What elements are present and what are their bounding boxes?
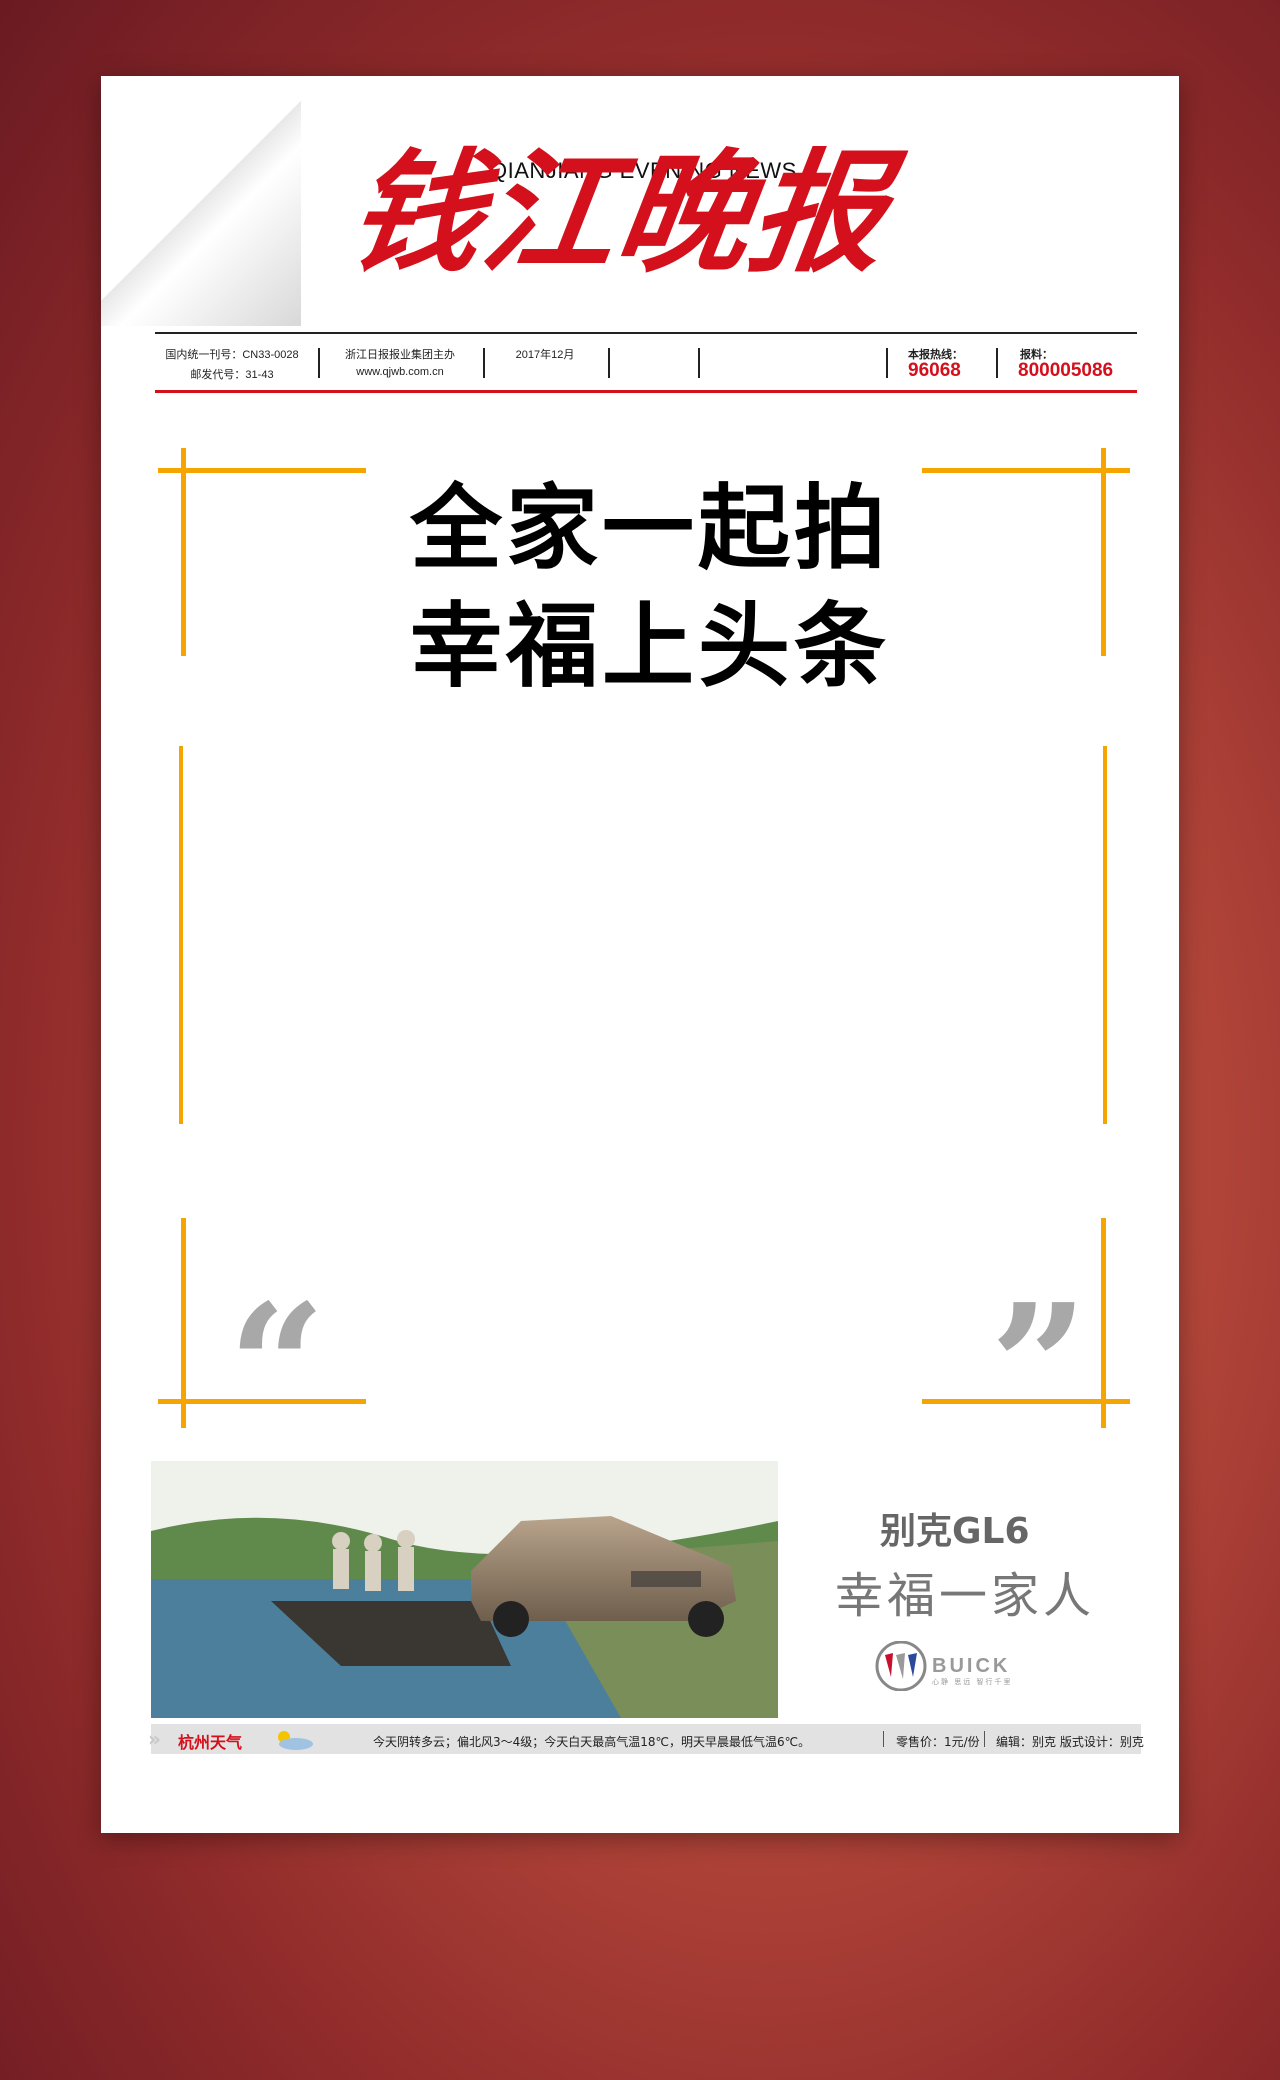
frame-right-side [1103, 746, 1107, 1124]
frame-top-left-vertical [181, 448, 186, 656]
info-divider [608, 348, 610, 378]
masthead-rule-bottom [155, 390, 1137, 393]
cloudy-weather-icon [278, 1731, 313, 1750]
info-divider [318, 348, 320, 378]
weather-divider [984, 1731, 985, 1747]
info-divider [996, 348, 998, 378]
frame-bottom-right-vertical [1101, 1218, 1106, 1428]
editors-credit-text: 编辑：别克 版式设计：别克 [996, 1735, 1144, 1749]
weather-forecast-text: 今天阴转多云；偏北风3～4级；今天白天最高气温18℃，明天早晨最低气温6℃。 [373, 1735, 811, 1749]
retail-price-text: 零售价：1元/份 [896, 1735, 980, 1749]
issn-line-2: 邮发代号：31-43 [190, 369, 274, 381]
buick-brand-text: BUICK [932, 1655, 1011, 1677]
masthead-chinese-title: 钱江晚报 [339, 136, 897, 291]
frame-top-left-horizontal [158, 468, 366, 473]
car-model-title: 别克GL6 [880, 1511, 1030, 1552]
close-quote-mark: ” [990, 1267, 1088, 1467]
issue-date: 2017年12月 [515, 349, 575, 361]
hotline-number: 96068 [908, 360, 961, 381]
headline-line-2: 幸福上头条 [409, 593, 890, 700]
page-curl-fold [101, 76, 301, 326]
ad-slogan: 幸福一家人 [835, 1568, 1096, 1624]
buick-tagline: 心静 思远 智行千里 [932, 1678, 1013, 1686]
weather-divider [883, 1731, 884, 1747]
info-divider [886, 348, 888, 378]
frame-top-right-vertical [1101, 448, 1106, 656]
info-divider [698, 348, 700, 378]
masthead-rule-top [155, 332, 1137, 334]
info-divider [483, 348, 485, 378]
publisher-text: 浙江日报报业集团主办 [345, 349, 455, 361]
issn-line-1: 国内统一刊号：CN33-0028 [165, 349, 299, 361]
frame-top-right-horizontal [922, 468, 1130, 473]
buick-shield-logo [875, 1641, 927, 1691]
headline-line-1: 全家一起拍 [409, 475, 890, 582]
frame-bottom-left-vertical [181, 1218, 186, 1428]
chevron-decoration-icon: » [148, 1727, 161, 1751]
car-ad-photo [151, 1461, 778, 1718]
headline: 全家一起拍 幸福上头条 [330, 470, 970, 706]
weather-city-label: 杭州天气 [178, 1733, 243, 1752]
frame-left-side [179, 746, 183, 1124]
report-number: 800005086 [1018, 360, 1114, 381]
open-quote-mark: “ [228, 1267, 326, 1467]
website-text: www.qjwb.com.cn [356, 366, 444, 378]
